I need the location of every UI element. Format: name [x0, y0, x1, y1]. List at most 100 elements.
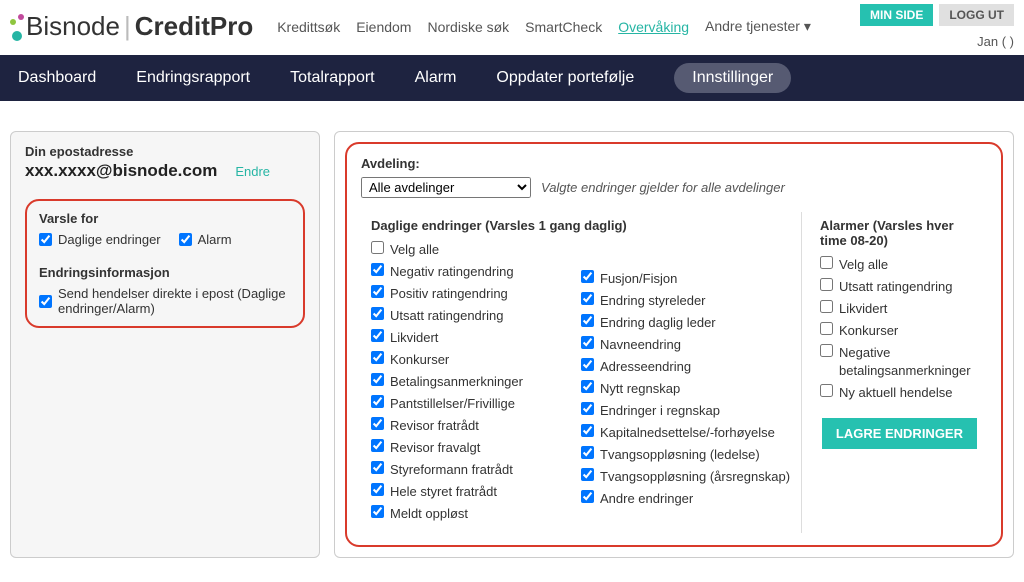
logo[interactable]: Bisnode | CreditPro	[10, 11, 253, 42]
daglige-c1-label-7: Revisor fratrådt	[390, 417, 479, 435]
varsle-box: Varsle for Daglige endringer Alarm Endri…	[25, 199, 305, 328]
daglige-c1-label-3: Likvidert	[390, 329, 438, 347]
endringer-box: Avdeling: Alle avdelinger Valgte endring…	[345, 142, 1003, 547]
lagre-endringer-button[interactable]: LAGRE ENDRINGER	[822, 418, 977, 449]
daglige-c2-checkbox-4[interactable]	[581, 358, 594, 371]
alarmer-checkbox-1[interactable]	[820, 300, 833, 313]
daglige-c2-label-3: Navneendring	[600, 336, 681, 354]
email-label: Din epostadresse	[25, 144, 305, 159]
logo-area: Bisnode | CreditPro Kredittsøk Eiendom N…	[10, 11, 811, 42]
daglige-c1-checkbox-6[interactable]	[371, 395, 384, 408]
avdeling-label: Avdeling:	[361, 156, 987, 171]
daglige-c1-label-5: Betalingsanmerkninger	[390, 373, 523, 391]
daglige-c1-label-0: Negativ ratingendring	[390, 263, 514, 281]
alarm-checkbox[interactable]	[179, 233, 192, 246]
subnav-innstillinger[interactable]: Innstillinger	[674, 63, 791, 93]
endre-link[interactable]: Endre	[235, 164, 270, 179]
nav-eiendom[interactable]: Eiendom	[356, 19, 411, 35]
alarmer-col: Alarmer (Varsles hver time 08-20) Velg a…	[801, 212, 987, 533]
avdeling-hint: Valgte endringer gjelder for alle avdeli…	[541, 180, 785, 195]
daglige-heading: Daglige endringer (Varsles 1 gang daglig…	[371, 218, 561, 233]
daglige-c2-checkbox-2[interactable]	[581, 314, 594, 327]
subnav-endringsrapport[interactable]: Endringsrapport	[136, 69, 250, 87]
daglige-c2-label-10: Andre endringer	[600, 490, 693, 508]
top-right: MIN SIDE LOGG UT Jan ( )	[860, 4, 1014, 49]
daglige-velg-alle-checkbox[interactable]	[371, 241, 384, 254]
left-panel: Din epostadresse xxx.xxxx@bisnode.com En…	[10, 131, 320, 558]
daglige-endringer-checkbox[interactable]	[39, 233, 52, 246]
daglige-velg-alle-label: Velg alle	[390, 241, 439, 259]
alarmer-checkbox-4[interactable]	[820, 384, 833, 397]
daglige-c2-checkbox-10[interactable]	[581, 490, 594, 503]
daglige-c1-checkbox-1[interactable]	[371, 285, 384, 298]
send-hendelser-checkbox[interactable]	[39, 295, 52, 308]
subnav-totalrapport[interactable]: Totalrapport	[290, 69, 375, 87]
daglige-c2-checkbox-7[interactable]	[581, 424, 594, 437]
alarmer-checkbox-2[interactable]	[820, 322, 833, 335]
daglige-c2-label-2: Endring daglig leder	[600, 314, 716, 332]
logo-text-1: Bisnode	[26, 11, 120, 42]
alarmer-velg-alle-label: Velg alle	[839, 256, 888, 274]
daglige-c1-label-11: Meldt oppløst	[390, 505, 468, 523]
nav-nordiske[interactable]: Nordiske søk	[427, 19, 509, 35]
daglige-c1-checkbox-2[interactable]	[371, 307, 384, 320]
right-panel: Avdeling: Alle avdelinger Valgte endring…	[334, 131, 1014, 558]
daglige-c1-label-2: Utsatt ratingendring	[390, 307, 503, 325]
daglige-c1-checkbox-4[interactable]	[371, 351, 384, 364]
daglige-c1-checkbox-8[interactable]	[371, 439, 384, 452]
daglige-c2-checkbox-9[interactable]	[581, 468, 594, 481]
daglige-c1-label-10: Hele styret fratrådt	[390, 483, 497, 501]
logg-ut-button[interactable]: LOGG UT	[939, 4, 1014, 26]
daglige-col-1: Daglige endringer (Varsles 1 gang daglig…	[361, 212, 571, 533]
subnav-dashboard[interactable]: Dashboard	[18, 69, 96, 87]
topbar: Bisnode | CreditPro Kredittsøk Eiendom N…	[0, 0, 1024, 49]
subnav: Dashboard Endringsrapport Totalrapport A…	[0, 55, 1024, 101]
daglige-c1-label-6: Pantstillelser/Frivillige	[390, 395, 515, 413]
daglige-c2-checkbox-6[interactable]	[581, 402, 594, 415]
user-label: Jan ( )	[860, 34, 1014, 49]
email-value: xxx.xxxx@bisnode.com	[25, 161, 217, 181]
daglige-c2-label-8: Tvangsoppløsning (ledelse)	[600, 446, 760, 464]
send-hendelser-label: Send hendelser direkte i epost (Daglige …	[58, 286, 291, 316]
avdeling-select[interactable]: Alle avdelinger	[361, 177, 531, 198]
varsle-for-heading: Varsle for	[39, 211, 291, 226]
alarmer-label-1: Likvidert	[839, 300, 887, 318]
nav-overvaking[interactable]: Overvåking	[618, 19, 689, 35]
logo-dots-icon	[10, 12, 24, 42]
daglige-c1-label-8: Revisor fravalgt	[390, 439, 480, 457]
daglige-c1-checkbox-11[interactable]	[371, 505, 384, 518]
daglige-c2-label-6: Endringer i regnskap	[600, 402, 720, 420]
daglige-c2-label-5: Nytt regnskap	[600, 380, 680, 398]
daglige-c2-checkbox-3[interactable]	[581, 336, 594, 349]
subnav-alarm[interactable]: Alarm	[415, 69, 457, 87]
daglige-c1-label-4: Konkurser	[390, 351, 449, 369]
alarm-label: Alarm	[198, 232, 232, 247]
alarmer-velg-alle-checkbox[interactable]	[820, 256, 833, 269]
alarmer-label-0: Utsatt ratingendring	[839, 278, 952, 296]
daglige-c1-checkbox-9[interactable]	[371, 461, 384, 474]
daglige-c2-checkbox-1[interactable]	[581, 292, 594, 305]
alarmer-checkbox-3[interactable]	[820, 344, 833, 357]
daglige-c1-checkbox-10[interactable]	[371, 483, 384, 496]
nav-smartcheck[interactable]: SmartCheck	[525, 19, 602, 35]
alarmer-heading: Alarmer (Varsles hver time 08-20)	[820, 218, 977, 248]
endringsinfo-heading: Endringsinformasjon	[39, 265, 291, 280]
daglige-c1-checkbox-0[interactable]	[371, 263, 384, 276]
daglige-c2-label-1: Endring styreleder	[600, 292, 706, 310]
subnav-oppdater[interactable]: Oppdater portefølje	[496, 69, 634, 87]
logo-text-2: CreditPro	[135, 11, 253, 42]
daglige-c1-checkbox-5[interactable]	[371, 373, 384, 386]
daglige-c2-checkbox-0[interactable]	[581, 270, 594, 283]
nav-andre[interactable]: Andre tjenester ▾	[705, 18, 811, 35]
alarmer-label-2: Konkurser	[839, 322, 898, 340]
daglige-c1-label-9: Styreformann fratrådt	[390, 461, 513, 479]
nav-kredittsok[interactable]: Kredittsøk	[277, 19, 340, 35]
alarmer-label-3: Negative betalingsanmerkninger	[839, 344, 977, 380]
daglige-c2-label-9: Tvangsoppløsning (årsregnskap)	[600, 468, 790, 486]
daglige-c1-checkbox-7[interactable]	[371, 417, 384, 430]
alarmer-checkbox-0[interactable]	[820, 278, 833, 291]
daglige-c1-checkbox-3[interactable]	[371, 329, 384, 342]
daglige-c2-checkbox-5[interactable]	[581, 380, 594, 393]
min-side-button[interactable]: MIN SIDE	[860, 4, 933, 26]
daglige-c2-checkbox-8[interactable]	[581, 446, 594, 459]
